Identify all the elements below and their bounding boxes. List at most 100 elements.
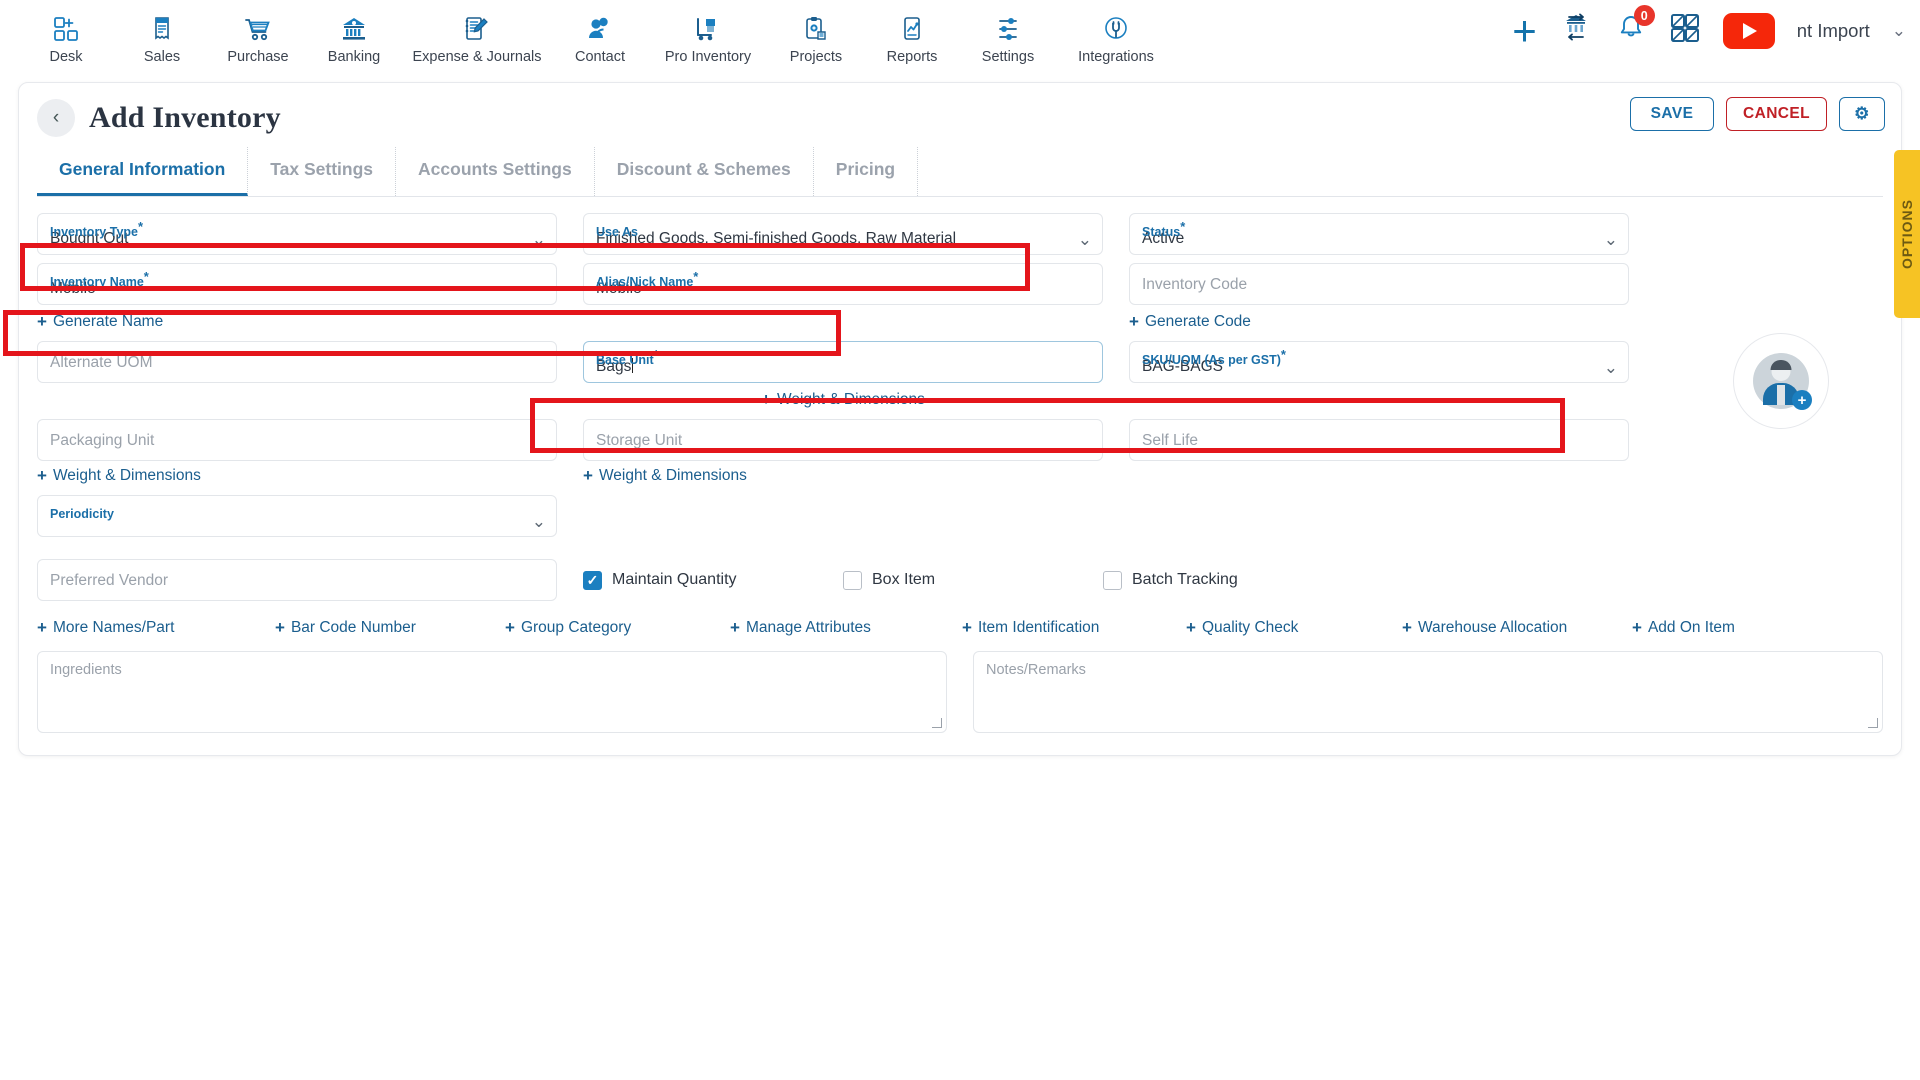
more-names-part-link[interactable]: + More Names/Part: [37, 619, 275, 637]
notification-bell[interactable]: 0: [1615, 5, 1655, 49]
base-unit-input[interactable]: Base Unit* Bags: [583, 341, 1103, 383]
alias-nick-name-input[interactable]: Alias/Nick Name* Mobile: [583, 263, 1103, 305]
save-button[interactable]: SAVE: [1630, 97, 1715, 131]
weight-dimensions-link-storage[interactable]: + Weight & Dimensions: [583, 467, 747, 485]
nav-item-expense-journals[interactable]: Expense & Journals: [402, 6, 552, 65]
plus-icon[interactable]: +: [1512, 9, 1537, 51]
chevron-down-icon: ⌄: [1603, 358, 1618, 377]
manage-attributes-link[interactable]: + Manage Attributes: [730, 619, 962, 637]
alias-nick-name-label: Alias/Nick Name*: [596, 269, 699, 290]
nav-item-banking[interactable]: Banking: [306, 6, 402, 65]
avatar[interactable]: +: [1733, 333, 1829, 429]
alternate-uom-input[interactable]: Alternate UOM: [37, 341, 557, 383]
hand-truck-icon: [694, 12, 722, 46]
apps-grid-icon[interactable]: [1669, 12, 1701, 49]
nav-item-reports[interactable]: Reports: [864, 6, 960, 65]
maintain-quantity-checkbox[interactable]: Maintain Quantity: [583, 570, 843, 590]
item-identification-link[interactable]: + Item Identification: [962, 619, 1186, 637]
nav-item-desk[interactable]: Desk: [18, 6, 114, 65]
tab-pricing[interactable]: Pricing: [814, 147, 919, 196]
weight-dimensions-link-packaging[interactable]: + Weight & Dimensions: [37, 467, 201, 485]
link-label: Group Category: [520, 619, 632, 636]
checkbox-label: Box Item: [872, 571, 936, 588]
warehouse-allocation-link[interactable]: + Warehouse Allocation: [1402, 619, 1632, 637]
nav-item-sales[interactable]: Sales: [114, 6, 210, 65]
chevron-left-icon[interactable]: ‹: [37, 99, 75, 137]
plug-icon: [1102, 12, 1130, 46]
inventory-code-input[interactable]: Inventory Code: [1129, 263, 1629, 305]
nav-item-label: Reports: [886, 49, 938, 65]
plus-icon: +: [275, 618, 285, 637]
receipt-icon: [149, 12, 175, 46]
nav-item-label: Pro Inventory: [664, 49, 752, 65]
status-select[interactable]: Status* Active ⌄: [1129, 213, 1629, 255]
nav-item-projects[interactable]: Projects: [768, 6, 864, 65]
plus-icon: +: [583, 466, 593, 485]
tab-tax-settings[interactable]: Tax Settings: [248, 147, 397, 196]
checkbox-box: [583, 570, 602, 590]
bank-transfer-icon[interactable]: [1559, 12, 1593, 49]
nav-item-label: Desk: [49, 49, 83, 65]
form-row-6: Preferred Vendor Maintain Quantity Box I…: [37, 559, 1883, 601]
youtube-icon[interactable]: [1722, 12, 1775, 49]
plus-icon: +: [1186, 618, 1196, 637]
sku-uom-select[interactable]: SKU/UOM (As per GST)* BAG-BAGS ⌄: [1129, 341, 1629, 383]
chevron-down-icon: ⌄: [531, 230, 546, 249]
cancel-button[interactable]: CANCEL: [1726, 97, 1827, 131]
nav-item-label: Banking: [327, 49, 381, 65]
ingredients-textarea[interactable]: Ingredients: [37, 651, 947, 733]
link-label: More Names/Part: [52, 619, 175, 636]
add-on-item-link[interactable]: + Add On Item: [1632, 619, 1735, 637]
weight-dimensions-link-base[interactable]: + Weight & Dimensions: [761, 391, 925, 409]
plus-icon: +: [1402, 618, 1412, 637]
generate-code-link[interactable]: + Generate Code: [1129, 313, 1251, 331]
bar-code-number-link[interactable]: + Bar Code Number: [275, 619, 505, 637]
options-side-tab[interactable]: OPTIONS: [1894, 150, 1920, 318]
tab-general-information[interactable]: General Information: [37, 147, 249, 196]
tab-discount-schemes[interactable]: Discount & Schemes: [595, 147, 814, 196]
self-life-input[interactable]: Self Life: [1129, 419, 1629, 461]
checkbox-box: [843, 570, 862, 590]
nav-item-integrations[interactable]: Integrations: [1056, 6, 1176, 65]
quality-check-link[interactable]: + Quality Check: [1186, 619, 1402, 637]
sku-uom-label: SKU/UOM (As per GST)*: [1142, 347, 1286, 368]
nav-item-label: Expense & Journals: [412, 49, 542, 65]
nav-item-contact[interactable]: Contact: [552, 6, 648, 65]
link-label: Add On Item: [1647, 619, 1735, 636]
tab-accounts-settings[interactable]: Accounts Settings: [396, 147, 595, 196]
nav-item-settings[interactable]: Settings: [960, 6, 1056, 65]
notebook-pen-icon: [463, 12, 491, 46]
clipboard-icon: [802, 12, 830, 46]
link-label: Warehouse Allocation: [1417, 619, 1568, 636]
nav-item-purchase[interactable]: Purchase: [210, 6, 306, 65]
base-unit-label: Base Unit*: [596, 347, 659, 368]
periodicity-select[interactable]: Periodicity ⌄: [37, 495, 557, 537]
inventory-type-select[interactable]: Inventory Type* Bought Out ⌄: [37, 213, 557, 255]
chevron-down-icon: ⌄: [1603, 230, 1618, 249]
form-row-1: Inventory Type* Bought Out ⌄ Use As Fini…: [37, 213, 1883, 255]
plus-icon: +: [1632, 618, 1642, 637]
packaging-unit-input[interactable]: Packaging Unit: [37, 419, 557, 461]
use-as-select[interactable]: Use As Finished Goods, Semi-finished Goo…: [583, 213, 1103, 255]
notes-remarks-textarea[interactable]: Notes/Remarks: [973, 651, 1883, 733]
sliders-icon: [994, 12, 1022, 46]
generate-name-link[interactable]: + Generate Name: [37, 313, 557, 331]
storage-unit-input[interactable]: Storage Unit: [583, 419, 1103, 461]
storage-unit-placeholder: Storage Unit: [596, 432, 683, 449]
page-container: ‹ Add Inventory SAVE CANCEL ⚙ General In…: [0, 82, 1920, 756]
status-label: Status*: [1142, 219, 1186, 240]
nav-item-pro-inventory[interactable]: Pro Inventory: [648, 6, 768, 65]
packaging-unit-placeholder: Packaging Unit: [50, 432, 155, 449]
batch-tracking-checkbox[interactable]: Batch Tracking: [1103, 570, 1363, 590]
form-row-4: Packaging Unit Storage Unit Self Life: [37, 419, 1883, 461]
inventory-name-input[interactable]: Inventory Name* Mobile: [37, 263, 557, 305]
chevron-down-icon[interactable]: ⌄: [1892, 21, 1906, 41]
generate-links-row: + Generate Name + Generate Code: [37, 313, 1883, 331]
box-item-checkbox[interactable]: Box Item: [843, 570, 1103, 590]
use-as-value: Finished Goods, Semi-finished Goods, Raw…: [596, 230, 957, 247]
inventory-code-placeholder: Inventory Code: [1142, 276, 1248, 293]
preferred-vendor-input[interactable]: Preferred Vendor: [37, 559, 557, 601]
group-category-link[interactable]: + Group Category: [505, 619, 730, 637]
gear-icon[interactable]: ⚙: [1839, 97, 1885, 131]
nav-item-label: Contact: [575, 49, 625, 65]
